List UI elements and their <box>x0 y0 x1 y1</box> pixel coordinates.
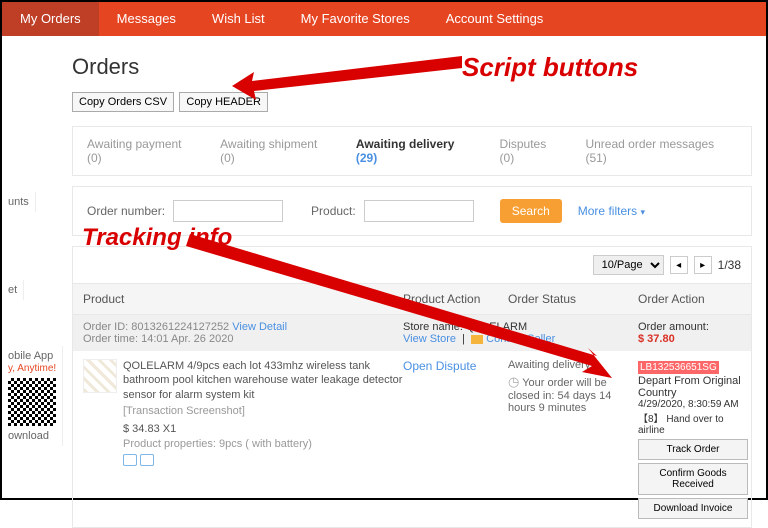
sidebar-fragment: obile App y, Anytime! ownload <box>2 346 63 446</box>
open-dispute-link[interactable]: Open Dispute <box>403 359 476 373</box>
store-name: QOLELARM <box>466 321 527 333</box>
transaction-screenshot-link[interactable]: [Transaction Screenshot] <box>123 405 403 417</box>
order-body-row: QOLELARM 4/9pcs each lot 433mhz wireless… <box>73 351 751 527</box>
order-meta-row: Order ID: 8013261224127252 View Detail O… <box>73 315 751 351</box>
chevron-down-icon: ▾ <box>640 207 645 217</box>
prev-page-button[interactable]: ◂ <box>670 256 688 274</box>
col-order-action: Order Action <box>638 292 741 306</box>
tab-unread-messages[interactable]: Unread order messages (51) <box>585 137 737 165</box>
script-buttons: Copy Orders CSV Copy HEADER <box>72 92 752 112</box>
download-invoice-button[interactable]: Download Invoice <box>638 498 748 519</box>
page-title: Orders <box>72 36 752 92</box>
contact-seller-link[interactable]: Contact Seller <box>486 333 555 345</box>
product-filter-label: Product: <box>311 204 356 218</box>
confirm-goods-button[interactable]: Confirm Goods Received <box>638 463 748 495</box>
tab-awaiting-delivery[interactable]: Awaiting delivery (29) <box>356 137 478 165</box>
tab-awaiting-payment[interactable]: Awaiting payment (0) <box>87 137 198 165</box>
sidebar-fragment: et <box>2 280 24 300</box>
tracking-status: Depart From Original Country <box>638 375 748 399</box>
tracking-timestamp: 4/29/2020, 8:30:59 AM <box>638 399 748 410</box>
sidebar-fragment: unts <box>2 192 36 212</box>
table-header: Product Product Action Order Status Orde… <box>73 283 751 315</box>
copy-csv-button[interactable]: Copy Orders CSV <box>72 92 174 112</box>
more-filters-link[interactable]: More filters ▾ <box>578 204 645 218</box>
top-nav: My Orders Messages Wish List My Favorite… <box>2 2 766 36</box>
order-id: 8013261224127252 <box>131 321 229 333</box>
order-amount: $ 37.80 <box>638 333 675 345</box>
copy-header-button[interactable]: Copy HEADER <box>179 92 268 112</box>
orders-table: 10/Page ◂ ▸ 1/38 Product Product Action … <box>72 246 752 528</box>
order-number-label: Order number: <box>87 204 165 218</box>
order-status-text: Awaiting delivery <box>508 359 638 371</box>
order-number-input[interactable] <box>173 200 283 222</box>
search-button[interactable]: Search <box>500 199 562 223</box>
view-detail-link[interactable]: View Detail <box>232 321 287 333</box>
qr-code-icon <box>8 378 56 426</box>
nav-tab-stores[interactable]: My Favorite Stores <box>283 2 428 36</box>
unit-price: $ 34.83 X1 <box>123 423 403 435</box>
tracking-number[interactable]: LB132536651SG <box>638 361 719 374</box>
product-filter-input[interactable] <box>364 200 474 222</box>
clock-icon: ◷ <box>508 374 519 389</box>
next-page-button[interactable]: ▸ <box>694 256 712 274</box>
refresh-icon <box>140 454 154 466</box>
page-size-select[interactable]: 10/Page <box>593 255 664 275</box>
product-properties: Product properties: 9pcs ( with battery) <box>123 438 403 450</box>
tracking-extra: 【8】 Hand over to airline <box>638 410 748 436</box>
nav-tab-wishlist[interactable]: Wish List <box>194 2 283 36</box>
status-tabs: Awaiting payment (0) Awaiting shipment (… <box>72 126 752 176</box>
product-thumbnail[interactable] <box>83 359 117 393</box>
tab-disputes[interactable]: Disputes (0) <box>500 137 564 165</box>
pager: 10/Page ◂ ▸ 1/38 <box>73 247 751 283</box>
mail-icon <box>471 335 483 344</box>
view-store-link[interactable]: View Store <box>403 333 456 345</box>
nav-tab-orders[interactable]: My Orders <box>2 2 99 36</box>
nav-tab-messages[interactable]: Messages <box>99 2 194 36</box>
col-product: Product <box>83 292 403 306</box>
truck-icon <box>123 454 137 466</box>
filter-bar: Order number: Product: Search More filte… <box>72 186 752 236</box>
page-indicator: 1/38 <box>718 258 741 272</box>
order-close-countdown: Your order will be closed in: 54 days 14… <box>508 377 611 414</box>
product-name[interactable]: QOLELARM 4/9pcs each lot 433mhz wireless… <box>123 359 403 402</box>
nav-tab-account[interactable]: Account Settings <box>428 2 562 36</box>
col-order-status: Order Status <box>508 292 638 306</box>
order-time: 14:01 Apr. 26 2020 <box>141 333 233 345</box>
col-product-action: Product Action <box>403 292 508 306</box>
track-order-button[interactable]: Track Order <box>638 439 748 460</box>
tab-awaiting-shipment[interactable]: Awaiting shipment (0) <box>220 137 334 165</box>
